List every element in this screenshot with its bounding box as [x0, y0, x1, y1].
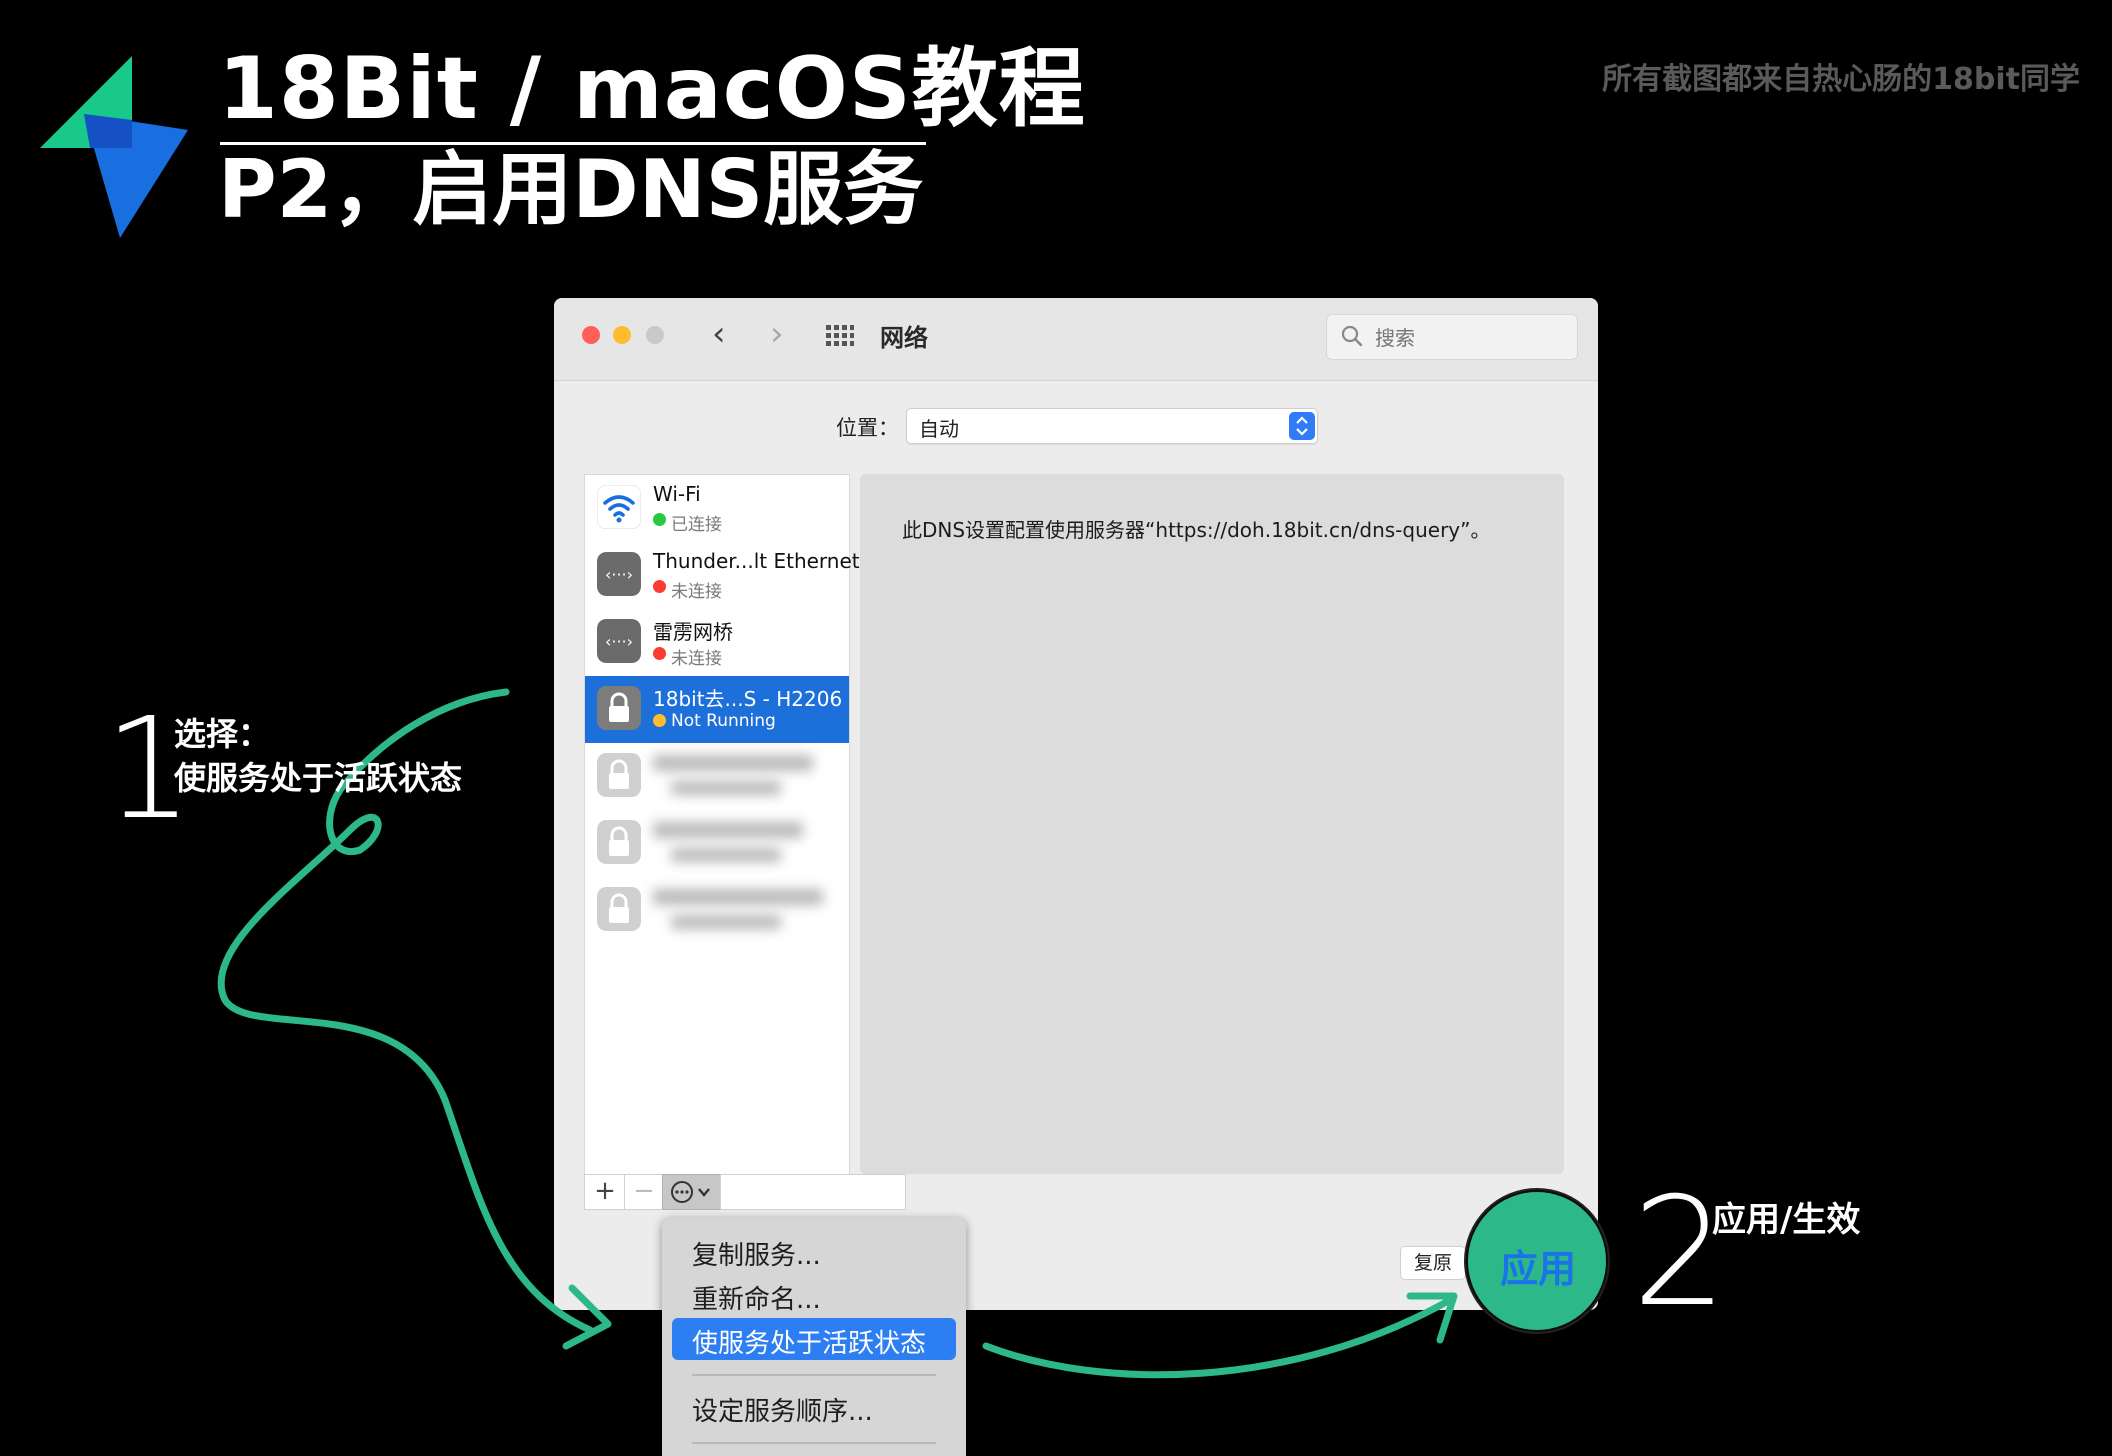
revert-button[interactable]: 复原: [1400, 1246, 1466, 1280]
menu-separator: [692, 1442, 936, 1444]
18bit-logo: [40, 56, 188, 238]
search-box[interactable]: [1326, 314, 1578, 360]
redacted-text: [653, 755, 813, 771]
step1-line1: 选择：: [174, 715, 271, 753]
page-title: 18Bit / macOS教程: [218, 39, 1086, 139]
network-preferences-window: ‹ › 网络 位置： 自动: [554, 298, 1598, 1310]
apply-button[interactable]: 应用: [1500, 1238, 1576, 1293]
menu-item-label: 使服务处于活跃状态: [692, 1329, 927, 1359]
service-status: Not Running: [671, 711, 776, 731]
service-name: 雷雳网桥: [653, 620, 733, 644]
location-value: 自动: [919, 417, 959, 441]
service-detail-panel: 此DNS设置配置使用服务器“https://doh.18bit.cn/dns-q…: [860, 474, 1564, 1174]
page-subtitle: P2，启用DNS服务: [218, 143, 924, 236]
location-select[interactable]: 自动: [906, 408, 1318, 444]
location-label: 位置：: [836, 416, 899, 440]
wifi-icon: [597, 485, 641, 529]
status-dot: [653, 714, 666, 727]
zoom-window-button[interactable]: [646, 326, 664, 344]
status-dot: [653, 647, 666, 660]
service-item-thunderbolt-bridge[interactable]: ‹···› 雷雳网桥 未连接: [585, 609, 849, 676]
select-stepper-icon: [1289, 412, 1315, 440]
dns-config-description: 此DNS设置配置使用服务器“https://doh.18bit.cn/dns-q…: [902, 518, 1491, 542]
service-item-thunderbolt-ethernet[interactable]: ‹···› Thunder...lt Ethernet 未连接: [585, 542, 860, 609]
service-item-blurred[interactable]: [585, 877, 849, 944]
back-chevron-icon[interactable]: ‹: [712, 314, 726, 354]
add-service-button[interactable]: +: [584, 1174, 626, 1210]
ethernet-icon: ‹···›: [597, 552, 641, 596]
ellipsis-circle-icon: [671, 1181, 710, 1203]
service-item-blurred[interactable]: [585, 810, 849, 877]
step1-line2: 使服务处于活跃状态: [174, 759, 463, 797]
menu-item-label: 设定服务顺序...: [692, 1397, 873, 1427]
search-icon: [1341, 325, 1363, 347]
service-list: Wi-Fi 已连接 ‹···› Thunder...lt Ethernet 未连…: [584, 474, 860, 1176]
status-dot: [653, 513, 666, 526]
credit-text: 所有截图都来自热心肠的18bit同学: [1602, 62, 2080, 97]
redacted-text: [671, 915, 781, 929]
menu-item-label: 重新命名...: [692, 1285, 821, 1315]
menu-item-duplicate-service[interactable]: 复制服务...: [662, 1230, 966, 1272]
redacted-text: [671, 781, 781, 795]
menu-item-set-service-order[interactable]: 设定服务顺序...: [662, 1386, 966, 1428]
menu-item-make-service-active[interactable]: 使服务处于活跃状态: [672, 1318, 956, 1360]
menu-separator: [692, 1374, 936, 1376]
step1-instruction: 选择： 使服务处于活跃状态: [174, 712, 462, 800]
search-input[interactable]: [1373, 322, 1567, 354]
minimize-window-button[interactable]: [613, 326, 631, 344]
menu-item-label: 复制服务...: [692, 1241, 821, 1271]
lock-icon: [597, 820, 641, 864]
service-name: Wi-Fi: [653, 482, 701, 506]
menu-item-rename[interactable]: 重新命名...: [662, 1274, 966, 1316]
status-dot: [653, 580, 666, 593]
window-titlebar: ‹ › 网络: [554, 298, 1598, 381]
remove-service-button[interactable]: −: [624, 1174, 664, 1210]
service-action-menu: 复制服务... 重新命名... 使服务处于活跃状态 设定服务顺序...: [662, 1218, 966, 1456]
svg-text:‹···›: ‹···›: [605, 565, 633, 584]
service-name: 18bit去...S - H2206: [653, 687, 843, 711]
step2-arrow: [982, 1296, 1454, 1379]
service-item-blurred[interactable]: [585, 743, 849, 810]
service-status: 未连接: [671, 582, 722, 602]
lock-icon: [597, 887, 641, 931]
forward-chevron-icon[interactable]: ›: [770, 314, 784, 354]
svg-text:‹···›: ‹···›: [605, 632, 633, 651]
redacted-text: [653, 889, 823, 905]
show-all-grid-icon[interactable]: [826, 325, 854, 347]
toolbar-filler: [720, 1174, 906, 1210]
lock-icon: [597, 686, 641, 730]
service-list-toolbar: + −: [584, 1174, 906, 1210]
window-title: 网络: [880, 324, 928, 352]
redacted-text: [671, 848, 781, 862]
step2-instruction: 应用/生效: [1712, 1200, 1861, 1240]
service-name: Thunder...lt Ethernet: [653, 549, 860, 573]
close-window-button[interactable]: [582, 326, 600, 344]
service-item-wifi[interactable]: Wi-Fi 已连接: [585, 475, 849, 542]
ethernet-icon: ‹···›: [597, 619, 641, 663]
service-status: 未连接: [671, 649, 722, 669]
lock-icon: [597, 753, 641, 797]
redacted-text: [653, 822, 803, 838]
service-status: 已连接: [671, 515, 722, 535]
service-action-menu-button[interactable]: [662, 1174, 722, 1210]
service-item-18bit-dns[interactable]: 18bit去...S - H2206 Not Running: [585, 676, 849, 743]
